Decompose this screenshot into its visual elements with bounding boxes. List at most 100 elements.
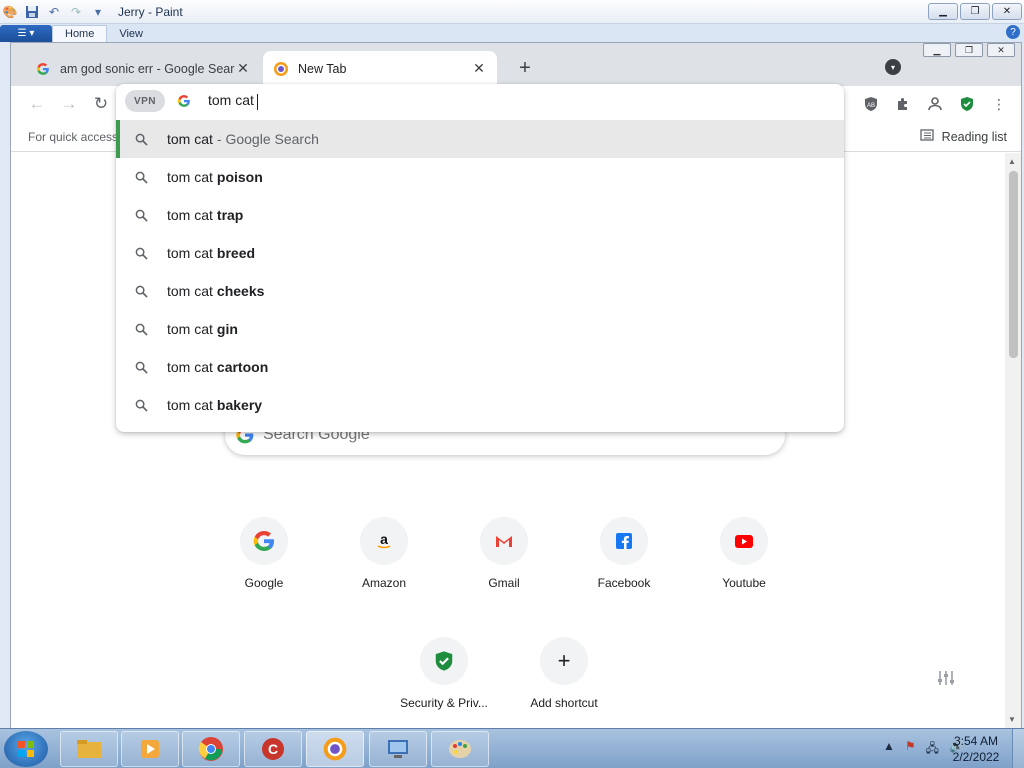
- shortcut-label: Amazon: [361, 576, 407, 590]
- extensions-puzzle-icon[interactable]: [891, 92, 915, 116]
- suggestion-item[interactable]: tom cat breed: [116, 234, 844, 272]
- suggestion-item[interactable]: tom cat gin: [116, 310, 844, 348]
- paint-app-icon[interactable]: 🎨: [2, 4, 18, 20]
- shortcut-label: Google: [244, 576, 284, 590]
- taskbar-media-player[interactable]: [121, 731, 179, 767]
- shortcut-add[interactable]: + Add shortcut: [514, 637, 614, 710]
- suggestion-item[interactable]: tom cat cartoon: [116, 348, 844, 386]
- chrome-restore-button[interactable]: ❐: [955, 43, 983, 57]
- scroll-thumb[interactable]: [1009, 171, 1018, 358]
- network-icon[interactable]: 🖧: [926, 739, 939, 760]
- omnibox[interactable]: VPN tom cat: [116, 84, 844, 118]
- paint-ribbon-tabs: ☰ ▾ Home View: [0, 24, 1024, 42]
- reading-list-icon: [920, 128, 934, 145]
- search-icon: [133, 397, 149, 413]
- close-tab-icon[interactable]: ✕: [471, 60, 487, 77]
- show-desktop-button[interactable]: [1012, 729, 1024, 768]
- windows-taskbar: C ▲ ⚑ 🖧 🔊 3:54 AM 2/2/2022: [0, 728, 1024, 768]
- page-scrollbar[interactable]: ▲ ▼: [1005, 153, 1021, 728]
- shortcut-label: Security & Priv...: [400, 696, 488, 710]
- redo-icon[interactable]: ↷: [68, 4, 84, 20]
- omnibox-dropdown: VPN tom cat tom cat - Google Search tom …: [116, 84, 844, 432]
- tab-view[interactable]: View: [107, 25, 155, 42]
- new-tab-button[interactable]: +: [513, 56, 537, 80]
- search-icon: [133, 245, 149, 261]
- windows-logo-icon: [18, 741, 34, 757]
- taskbar-remote-desktop[interactable]: [369, 731, 427, 767]
- forward-icon[interactable]: →: [57, 92, 81, 116]
- close-button[interactable]: ✕: [992, 3, 1022, 20]
- svg-text:a: a: [380, 532, 388, 547]
- show-hidden-icons-icon[interactable]: ▲: [883, 739, 895, 760]
- amazon-icon: a: [360, 517, 408, 565]
- suggestion-item[interactable]: tom cat - Google Search: [116, 120, 844, 158]
- shortcut-youtube[interactable]: Youtube: [694, 517, 794, 590]
- shortcut-label: Youtube: [722, 576, 766, 590]
- suggestion-list: tom cat - Google Search tom cat poison t…: [116, 120, 844, 424]
- paint-menu-button[interactable]: ☰ ▾: [0, 25, 52, 42]
- facebook-icon: [600, 517, 648, 565]
- shortcut-label: Facebook: [597, 576, 651, 590]
- menu-kebab-icon[interactable]: ⋮: [987, 92, 1011, 116]
- chrome-minimize-button[interactable]: ▁: [923, 43, 951, 57]
- google-search-engine-icon: [175, 92, 193, 110]
- omnibox-text[interactable]: tom cat: [208, 92, 258, 110]
- tab-google-search[interactable]: am god sonic err - Google Search ✕: [25, 51, 261, 86]
- tab-new-tab[interactable]: New Tab ✕: [263, 51, 497, 86]
- search-icon: [133, 169, 149, 185]
- save-icon[interactable]: [24, 4, 40, 20]
- vpn-badge[interactable]: VPN: [125, 90, 165, 112]
- tab-search-icon[interactable]: ▾: [885, 59, 901, 75]
- suggestion-item[interactable]: tom cat cheeks: [116, 272, 844, 310]
- action-center-flag-icon[interactable]: ⚑: [905, 739, 916, 760]
- taskbar-chrome[interactable]: [182, 731, 240, 767]
- tab-title: New Tab: [298, 61, 347, 76]
- scroll-up-icon[interactable]: ▲: [1008, 157, 1016, 166]
- close-tab-icon[interactable]: ✕: [235, 60, 251, 77]
- suggestion-item[interactable]: tom cat poison: [116, 158, 844, 196]
- computer-icon: [388, 740, 408, 758]
- restore-button[interactable]: ❐: [960, 3, 990, 20]
- undo-icon[interactable]: ↶: [46, 4, 62, 20]
- tab-strip: am god sonic err - Google Search ✕ New T…: [11, 43, 1021, 86]
- shortcut-label: Gmail: [488, 576, 520, 590]
- chrome-close-button[interactable]: ✕: [987, 43, 1015, 57]
- taskbar-ccleaner[interactable]: C: [244, 731, 302, 767]
- shortcut-security-privacy[interactable]: Security & Priv...: [394, 637, 494, 710]
- folder-icon: [77, 740, 101, 758]
- media-player-icon: [141, 740, 159, 758]
- back-icon[interactable]: ←: [25, 92, 49, 116]
- scroll-down-icon[interactable]: ▼: [1008, 715, 1016, 724]
- search-icon: [133, 283, 149, 299]
- clock[interactable]: 3:54 AM 2/2/2022: [948, 733, 1004, 765]
- shield-check-icon: [420, 637, 468, 685]
- minimize-button[interactable]: ▁: [928, 3, 958, 20]
- taskbar-avast-browser[interactable]: [306, 731, 364, 767]
- taskbar-paint[interactable]: [431, 731, 489, 767]
- paint-window-title: Jerry - Paint: [118, 4, 183, 19]
- ccleaner-icon: C: [262, 738, 284, 760]
- customize-quick-access-icon[interactable]: ▾: [90, 4, 106, 20]
- security-shield-icon[interactable]: [955, 92, 979, 116]
- avast-secure-browser-icon: [323, 737, 347, 761]
- reading-list-button[interactable]: Reading list: [920, 128, 1007, 145]
- taskbar-explorer[interactable]: [60, 731, 118, 767]
- customize-sliders-icon[interactable]: [935, 667, 957, 689]
- suggestion-item[interactable]: tom cat trap: [116, 196, 844, 234]
- reload-icon[interactable]: ↻: [89, 92, 113, 116]
- shortcut-amazon[interactable]: a Amazon: [334, 517, 434, 590]
- adblock-icon[interactable]: AB: [859, 92, 883, 116]
- profile-icon[interactable]: [923, 92, 947, 116]
- start-button[interactable]: [4, 731, 48, 767]
- bookmarks-hint: For quick access,: [28, 130, 122, 144]
- search-icon: [133, 359, 149, 375]
- tab-home[interactable]: Home: [52, 25, 108, 42]
- clock-time: 3:54 AM: [953, 734, 999, 748]
- shortcut-label: Add shortcut: [530, 696, 598, 710]
- shortcut-google[interactable]: Google: [214, 517, 314, 590]
- tab-title: am god sonic err - Google Search: [60, 61, 235, 76]
- shortcut-gmail[interactable]: Gmail: [454, 517, 554, 590]
- suggestion-item[interactable]: tom cat bakery: [116, 386, 844, 424]
- help-icon[interactable]: ?: [1006, 25, 1020, 39]
- shortcut-facebook[interactable]: Facebook: [574, 517, 674, 590]
